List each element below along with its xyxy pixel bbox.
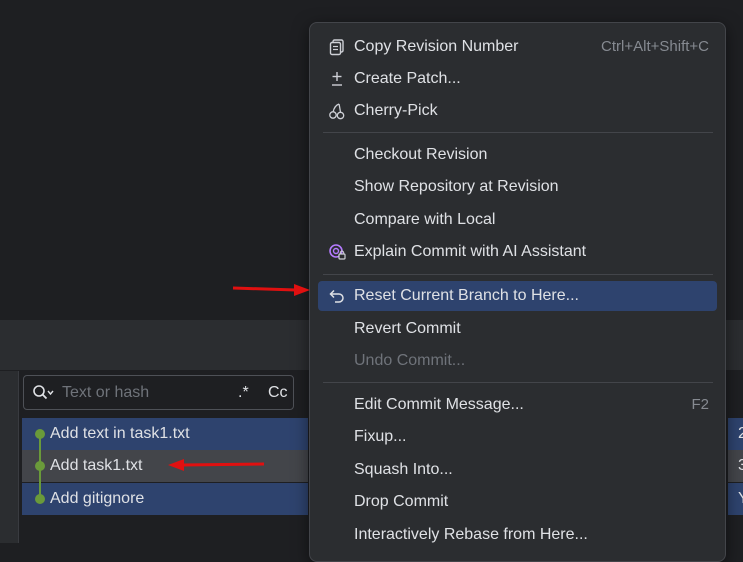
commit-message: Add task1.txt xyxy=(50,457,143,474)
menu-item-reset-current-branch[interactable]: Reset Current Branch to Here... xyxy=(318,281,717,311)
menu-item-label: Explain Commit with AI Assistant xyxy=(354,243,587,260)
commit-detail-text: 2 xyxy=(738,425,743,442)
menu-item-edit-commit-message[interactable]: Edit Commit Message... F2 xyxy=(318,390,717,420)
left-gutter xyxy=(0,371,19,543)
search-placeholder: Text or hash xyxy=(62,384,150,401)
ai-assistant-icon xyxy=(328,243,346,261)
commit-node xyxy=(35,494,45,504)
menu-item-copy-revision-number[interactable]: Copy Revision Number Ctrl+Alt+Shift+C xyxy=(318,32,717,62)
commit-context-menu: Copy Revision Number Ctrl+Alt+Shift+C Cr… xyxy=(309,22,726,562)
menu-item-squash-into[interactable]: Squash Into... xyxy=(318,455,717,485)
annotation-arrow-left xyxy=(168,459,265,471)
copy-icon xyxy=(328,38,346,56)
menu-item-label: Cherry-Pick xyxy=(354,102,438,119)
menu-separator xyxy=(323,132,713,133)
commit-detail-cell: 2 xyxy=(728,418,743,450)
commit-message: Add text in task1.txt xyxy=(50,425,190,442)
menu-item-fixup[interactable]: Fixup... xyxy=(318,422,717,452)
annotation-arrow-right xyxy=(232,284,310,296)
commit-node xyxy=(35,461,45,471)
menu-item-label: Squash Into... xyxy=(354,461,453,478)
menu-item-create-patch[interactable]: Create Patch... xyxy=(318,64,717,94)
menu-item-label: Undo Commit... xyxy=(354,352,466,369)
commit-row[interactable]: Add text in task1.txt xyxy=(22,418,308,450)
menu-item-shortcut: F2 xyxy=(691,396,709,413)
regex-toggle[interactable]: .* xyxy=(238,384,249,402)
commit-message: Add gitignore xyxy=(50,490,145,507)
menu-item-label: Fixup... xyxy=(354,428,407,445)
menu-item-drop-commit[interactable]: Drop Commit xyxy=(318,487,717,517)
menu-item-label: Interactively Rebase from Here... xyxy=(354,526,588,543)
menu-item-compare-with-local[interactable]: Compare with Local xyxy=(318,205,717,235)
match-case-toggle[interactable]: Cc xyxy=(268,384,288,402)
menu-separator xyxy=(323,274,713,275)
menu-item-interactively-rebase[interactable]: Interactively Rebase from Here... xyxy=(318,520,717,550)
patch-icon xyxy=(328,70,346,88)
menu-item-explain-commit-ai[interactable]: Explain Commit with AI Assistant xyxy=(318,237,717,267)
menu-item-undo-commit: Undo Commit... xyxy=(318,346,717,376)
menu-item-shortcut: Ctrl+Alt+Shift+C xyxy=(601,38,709,55)
menu-item-label: Compare with Local xyxy=(354,211,496,228)
commit-node xyxy=(35,429,45,439)
commit-detail-text: 3 xyxy=(738,457,743,474)
menu-item-label: Show Repository at Revision xyxy=(354,178,559,195)
menu-item-label: Checkout Revision xyxy=(354,146,488,163)
cherry-icon xyxy=(328,102,346,120)
menu-item-label: Edit Commit Message... xyxy=(354,396,524,413)
log-search-field[interactable]: Text or hash .* Cc xyxy=(23,375,294,410)
menu-item-label: Reset Current Branch to Here... xyxy=(354,287,579,304)
menu-item-show-repository-at-revision[interactable]: Show Repository at Revision xyxy=(318,172,717,202)
menu-item-label: Drop Commit xyxy=(354,493,449,510)
commit-detail-cell: 3 xyxy=(728,450,743,482)
commit-graph xyxy=(35,429,45,504)
menu-separator xyxy=(323,382,713,383)
menu-item-checkout-revision[interactable]: Checkout Revision xyxy=(318,140,717,170)
search-icon xyxy=(32,384,54,402)
menu-item-cherry-pick[interactable]: Cherry-Pick xyxy=(318,96,717,126)
commit-detail-text: Y xyxy=(738,490,743,508)
commit-row[interactable]: Add gitignore xyxy=(22,483,308,515)
commit-detail-cell: Y xyxy=(728,483,743,515)
menu-item-revert-commit[interactable]: Revert Commit xyxy=(318,314,717,344)
menu-item-label: Create Patch... xyxy=(354,70,461,87)
menu-item-label: Copy Revision Number xyxy=(354,38,519,55)
menu-item-label: Revert Commit xyxy=(354,320,461,337)
undo-arrow-icon xyxy=(328,287,346,305)
